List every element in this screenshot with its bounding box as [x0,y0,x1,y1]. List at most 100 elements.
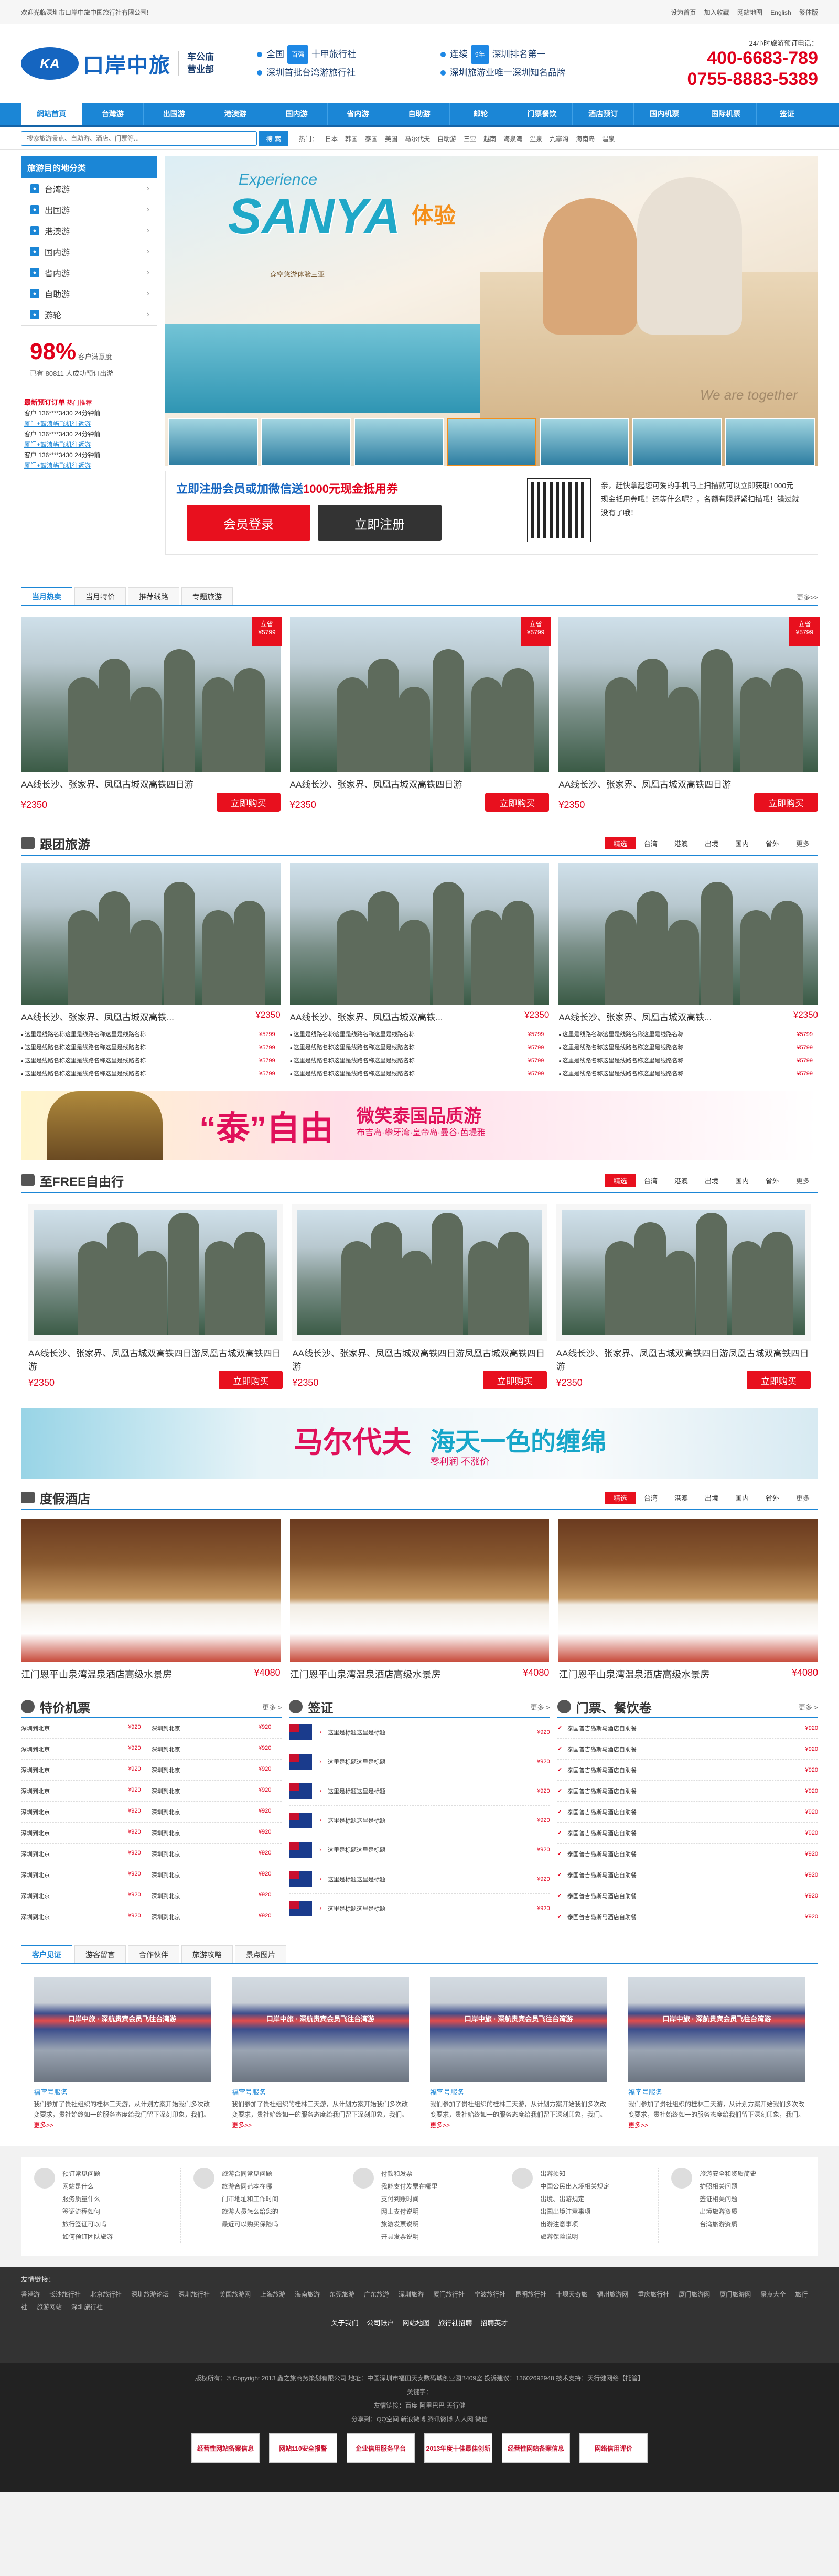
nav-item[interactable]: 门票餐饮 [511,103,573,125]
ticket-row[interactable]: ✔ 泰国普吉岛斯马酒店自助餐 ¥920 [557,1823,818,1844]
nav-item[interactable]: 签证 [757,103,818,125]
hot-keyword-link[interactable]: 马尔代夫 [405,135,430,143]
buy-now-button[interactable]: 立即购买 [754,793,819,812]
visa-row[interactable]: › 这里是标题这里是标题 ¥920 [289,1864,550,1894]
free-tour-card[interactable]: AA线长沙、张家界、凤凰古城双高铁四日游凤凰古城双高铁四日游 ¥2350 立即购买 [28,1204,283,1389]
thailand-ad[interactable]: “泰”自由 微笑泰国品质游 布吉岛·攀牙湾·皇帝岛·曼谷·芭堤雅 [0,1087,839,1165]
help-link[interactable]: 网上支付说明 [381,2205,438,2218]
flight-row[interactable]: 深圳到北京 ¥920 深圳到北京 ¥920 [21,1802,282,1823]
review-tab[interactable]: 客户见证 [21,1945,72,1963]
help-link[interactable]: 预订常见问题 [62,2168,113,2180]
friend-link[interactable]: 东莞旅游 [329,2291,354,2298]
ticket-row[interactable]: ✔ 泰国普吉岛斯马酒店自助餐 ¥920 [557,1906,818,1927]
nav-item[interactable]: 台灣游 [82,103,144,125]
sidebar-item[interactable]: ● 自助游 › [21,283,157,304]
free-tour-card[interactable]: AA线长沙、张家界、凤凰古城双高铁四日游凤凰古城双高铁四日游 ¥2350 立即购买 [292,1204,547,1389]
free-tour-card[interactable]: AA线长沙、张家界、凤凰古城双高铁四日游凤凰古城双高铁四日游 ¥2350 立即购买 [556,1204,811,1389]
nav-item[interactable]: 邮轮 [450,103,512,125]
hotel-card[interactable]: 江门恩平山泉湾温泉酒店高级水景房 ¥4080 [21,1519,281,1681]
filter-tab[interactable]: 精选 [605,1174,636,1187]
filter-tab[interactable]: 国内 [727,837,757,849]
more-link[interactable]: 更多 > [530,1702,550,1712]
group-tour-card[interactable]: AA线长沙、张家界、凤凰古城双高铁... ¥2350 这里是线路名称这里是线路名称这… [558,863,819,1081]
tour-image[interactable] [558,617,819,772]
friend-link[interactable]: 旅游网站 [37,2303,62,2311]
tour-image[interactable] [21,863,281,1005]
search-button[interactable]: 搜 索 [259,131,288,146]
visa-row[interactable]: › 这里是标题这里是标题 ¥920 [289,1835,550,1864]
filter-tab[interactable]: 台湾 [636,837,666,849]
hot-keyword-link[interactable]: 温泉 [530,135,542,143]
help-link[interactable]: 旅游发票说明 [381,2218,438,2230]
route-item[interactable]: 这里是线路名称这里是线路名称这里是线路名称¥5799 [290,1054,550,1068]
friend-link[interactable]: 美国旅游网 [219,2291,251,2298]
traditional-chinese-link[interactable]: 繁体版 [799,9,818,16]
route-item[interactable]: 这里是线路名称这里是线路名称这里是线路名称¥5799 [290,1028,550,1041]
filter-tab[interactable]: 港澳 [666,837,696,849]
friend-link[interactable]: 海南旅游 [295,2291,320,2298]
review-photo[interactable]: 口岸中旅 · 深航贵宾会员飞往台湾游 [34,1977,211,2082]
add-favorite-link[interactable]: 加入收藏 [704,9,729,16]
help-link[interactable]: 签证流程如何 [62,2205,113,2218]
hot-tour-card[interactable]: 立省 ¥5799 AA线长沙、张家界、凤凰古城双高铁四日游 ¥2350 立即购买 [21,617,282,812]
visa-row[interactable]: › 这里是标题这里是标题 ¥920 [289,1747,550,1776]
help-link[interactable]: 中国公民出入境相关规定 [540,2180,609,2193]
sidebar-item[interactable]: ● 游轮 › [21,304,157,325]
hot-tour-card[interactable]: 立省 ¥5799 AA线长沙、张家界、凤凰古城双高铁四日游 ¥2350 立即购买 [558,617,820,812]
footer-nav-link[interactable]: 关于我们 [331,2319,358,2327]
review-card[interactable]: 口岸中旅 · 深航贵宾会员飞往台湾游 福字号服务 我们参加了贵社组织的桂林三天游，从… [232,1977,409,2130]
filter-tab[interactable]: 省外 [757,1492,788,1504]
filter-tab[interactable]: 精选 [605,837,636,849]
friend-link[interactable]: 十堰天奇旅 [556,2291,587,2298]
visa-row[interactable]: › 这里是标题这里是标题 ¥920 [289,1894,550,1923]
nav-item[interactable]: 港澳游 [205,103,266,125]
review-card[interactable]: 口岸中旅 · 深航贵宾会员飞往台湾游 福字号服务 我们参加了贵社组织的桂林三天游，从… [628,1977,805,2130]
hot-keyword-link[interactable]: 自助游 [437,135,456,143]
more-link[interactable]: 更多>> [797,592,818,602]
banner-thumb[interactable] [632,418,722,466]
review-card[interactable]: 口岸中旅 · 深航贵宾会员飞往台湾游 福字号服务 我们参加了贵社组织的桂林三天游，从… [430,1977,607,2130]
buy-now-button[interactable]: 立即购买 [485,793,550,812]
review-more-link[interactable]: 更多>> [430,2121,450,2129]
hot-keyword-link[interactable]: 温泉 [602,135,615,143]
route-item[interactable]: 这里是线路名称这里是线路名称这里是线路名称¥5799 [558,1041,818,1054]
tour-image[interactable] [289,617,550,772]
review-photo[interactable]: 口岸中旅 · 深航贵宾会员飞往台湾游 [232,1977,409,2082]
trust-badge[interactable]: 网络信用评价 [579,2433,648,2463]
buy-now-button[interactable]: 立即购买 [746,1371,811,1389]
group-tour-card[interactable]: AA线长沙、张家界、凤凰古城双高铁... ¥2350 这里是线路名称这里是线路名称这… [289,863,550,1081]
visa-row[interactable]: › 这里是标题这里是标题 ¥920 [289,1806,550,1835]
flight-row[interactable]: 深圳到北京 ¥920 深圳到北京 ¥920 [21,1885,282,1906]
review-more-link[interactable]: 更多>> [34,2121,53,2129]
route-item[interactable]: 这里是线路名称这里是线路名称这里是线路名称¥5799 [558,1054,818,1068]
friend-link[interactable]: 厦门旅游网 [719,2291,751,2298]
help-link[interactable]: 台湾旅游资质 [700,2218,756,2230]
help-link[interactable]: 付款和发票 [381,2168,438,2180]
route-item[interactable]: 这里是线路名称这里是线路名称这里是线路名称¥5799 [21,1054,281,1068]
sidebar-item[interactable]: ● 港澳游 › [21,220,157,241]
review-tab[interactable]: 游客留言 [74,1945,126,1963]
trust-badge[interactable]: 经营性网站备案信息 [191,2433,260,2463]
tour-image[interactable] [289,863,550,1005]
help-link[interactable]: 开具发票说明 [381,2230,438,2243]
hot-tour-card[interactable]: 立省 ¥5799 AA线长沙、张家界、凤凰古城双高铁四日游 ¥2350 立即购买 [289,617,551,812]
review-tab[interactable]: 合作伙伴 [128,1945,179,1963]
buy-now-button[interactable]: 立即购买 [482,1371,547,1389]
tour-image[interactable] [558,863,819,1005]
friend-link[interactable]: 厦门旅行社 [433,2291,465,2298]
set-homepage-link[interactable]: 设为首页 [671,9,696,16]
tour-image[interactable] [21,1519,281,1662]
route-item[interactable]: 这里是线路名称这里是线路名称这里是线路名称¥5799 [558,1068,818,1081]
sidebar-item[interactable]: ● 台湾游 › [21,178,157,199]
register-button[interactable]: 立即注册 [318,505,442,541]
friend-link[interactable]: 景点大全 [760,2291,786,2298]
hot-keyword-link[interactable]: 韩国 [345,135,358,143]
help-link[interactable]: 网站是什么 [62,2180,113,2193]
help-link[interactable]: 护照相关问题 [700,2180,756,2193]
search-input[interactable] [21,131,257,146]
ticket-row[interactable]: ✔ 泰国普吉岛斯马酒店自助餐 ¥920 [557,1760,818,1781]
visa-row[interactable]: › 这里是标题这里是标题 ¥920 [289,1776,550,1806]
help-link[interactable]: 签证相关问题 [700,2193,756,2205]
filter-tab[interactable]: 省外 [757,1174,788,1187]
route-item[interactable]: 这里是线路名称这里是线路名称这里是线路名称¥5799 [21,1068,281,1081]
